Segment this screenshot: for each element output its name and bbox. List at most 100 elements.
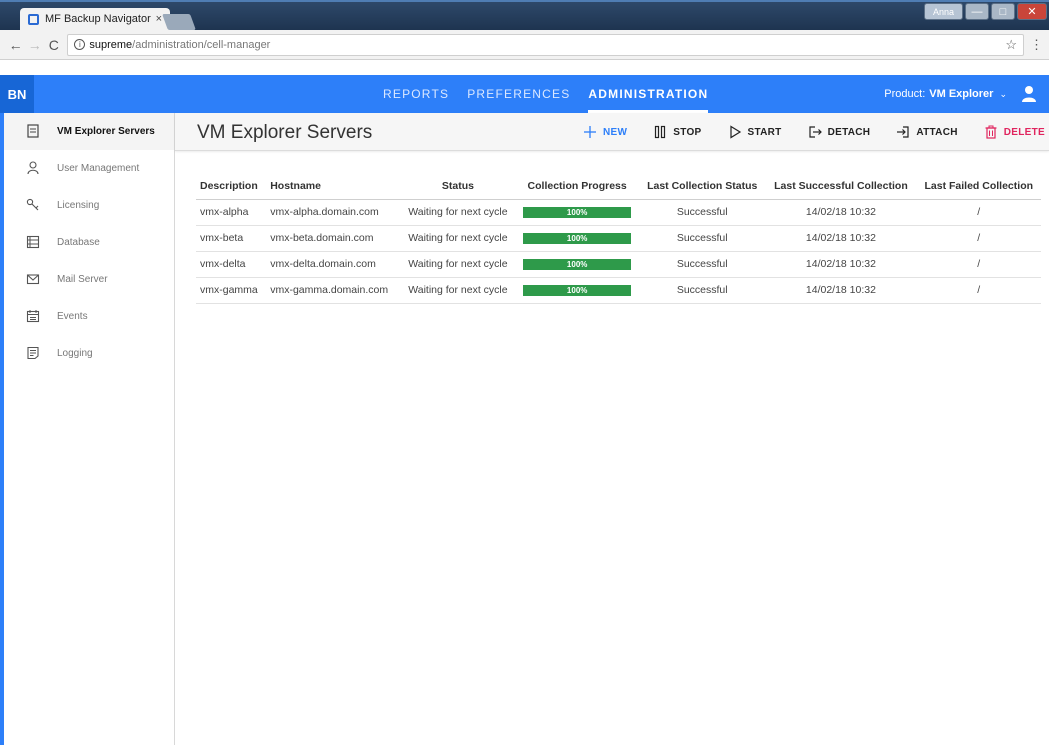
sidebar-item-label: Events [57, 311, 88, 322]
nav-administration[interactable]: ADMINISTRATION [588, 75, 709, 113]
cell-last-success: 14/02/18 10:32 [765, 199, 917, 226]
delete-label: DELETE [1003, 126, 1045, 138]
cell-last-failed: / [916, 199, 1041, 226]
delete-button[interactable]: DELETE [984, 125, 1045, 139]
forward-icon[interactable]: → [25, 37, 44, 53]
user-account-icon[interactable] [1021, 85, 1037, 103]
cell-last-status: Successful [639, 199, 766, 226]
minimize-icon[interactable]: — [965, 3, 989, 20]
maximize-icon[interactable]: □ [991, 3, 1015, 20]
start-label: START [747, 126, 782, 138]
url-input[interactable]: i supreme/administration/cell-manager ☆ [67, 33, 1025, 56]
cell-last-success: 14/02/18 10:32 [765, 277, 917, 304]
page-top-spacer [0, 60, 1049, 75]
mail-icon [26, 274, 40, 285]
close-window-icon[interactable]: ✕ [1017, 3, 1047, 20]
column-header-description[interactable]: Description [196, 173, 267, 200]
cell-status: Waiting for next cycle [400, 277, 516, 304]
cell-last-status: Successful [639, 251, 766, 278]
play-icon [729, 125, 741, 139]
sidebar-item-database[interactable]: Database [4, 224, 174, 261]
profile-button[interactable]: Anna [923, 3, 963, 20]
cell-hostname: vmx-gamma.domain.com [266, 277, 401, 304]
tab-title: MF Backup Navigator [45, 13, 151, 25]
reload-icon[interactable]: C [44, 37, 63, 53]
url-path: /administration/cell-manager [132, 38, 271, 51]
cell-hostname: vmx-beta.domain.com [266, 225, 401, 252]
stop-button[interactable]: STOP [653, 125, 701, 139]
new-button[interactable]: NEW [583, 125, 627, 139]
key-icon [26, 198, 39, 211]
top-navigation: REPORTS PREFERENCES ADMINISTRATION [383, 75, 709, 113]
sidebar-item-label: Logging [57, 348, 93, 359]
cell-last-failed: / [916, 225, 1041, 252]
progress-bar: 100% [523, 258, 632, 270]
sidebar-item-logging[interactable]: Logging [4, 335, 174, 372]
sidebar-item-vm-explorer-servers[interactable]: VM Explorer Servers [4, 113, 174, 150]
column-header-last-collection-status[interactable]: Last Collection Status [639, 173, 766, 200]
url-host: supreme [89, 38, 133, 51]
detach-label: DETACH [827, 126, 871, 138]
new-tab-button[interactable] [162, 14, 196, 30]
tab-favicon-icon [28, 13, 39, 25]
column-header-collection-progress[interactable]: Collection Progress [515, 173, 640, 200]
sidebar-item-events[interactable]: Events [4, 298, 174, 335]
stop-label: STOP [673, 126, 702, 138]
product-selector[interactable]: Product: VM Explorer ⌄ [884, 75, 1007, 113]
sidebar: VM Explorer Servers User Management Lice… [0, 113, 175, 745]
app-logo[interactable]: BN [0, 75, 34, 113]
cell-status: Waiting for next cycle [400, 225, 516, 252]
progress-bar: 100% [523, 284, 632, 296]
browser-tab[interactable]: MF Backup Navigator × [20, 8, 170, 30]
nav-reports[interactable]: REPORTS [383, 75, 449, 113]
cell-progress: 100% [515, 199, 640, 226]
browser-titlebar: MF Backup Navigator × Anna — □ ✕ [0, 0, 1049, 30]
sidebar-item-user-management[interactable]: User Management [4, 150, 174, 187]
cell-progress: 100% [515, 277, 640, 304]
table-row[interactable]: vmx-alpha vmx-alpha.domain.com Waiting f… [196, 199, 1041, 226]
cell-last-success: 14/02/18 10:32 [765, 225, 917, 252]
content-header: VM Explorer Servers NEW STOP START DETAC… [175, 113, 1049, 151]
cell-status: Waiting for next cycle [400, 199, 516, 226]
detach-button[interactable]: DETACH [808, 125, 871, 139]
table-row[interactable]: vmx-gamma vmx-gamma.domain.com Waiting f… [196, 277, 1041, 304]
site-info-icon[interactable]: i [74, 39, 86, 50]
column-header-hostname[interactable]: Hostname [266, 173, 401, 200]
attach-button[interactable]: ATTACH [896, 125, 957, 139]
address-bar: ← → C i supreme/administration/cell-mana… [0, 30, 1049, 60]
app-header: BN REPORTS PREFERENCES ADMINISTRATION Pr… [0, 75, 1049, 113]
servers-table: Description Hostname Status Collection P… [196, 173, 1041, 304]
product-value: VM Explorer [929, 88, 994, 100]
sidebar-item-mail-server[interactable]: Mail Server [4, 261, 174, 298]
column-header-status[interactable]: Status [400, 173, 516, 200]
cell-description: vmx-gamma [196, 277, 267, 304]
cell-hostname: vmx-delta.domain.com [266, 251, 401, 278]
attach-icon [897, 126, 909, 138]
sidebar-item-label: User Management [57, 163, 140, 174]
nav-preferences[interactable]: PREFERENCES [467, 75, 570, 113]
start-button[interactable]: START [728, 125, 782, 139]
detach-icon [808, 126, 822, 138]
column-header-last-successful-collection[interactable]: Last Successful Collection [765, 173, 917, 200]
product-label: Product: [884, 88, 926, 100]
tab-close-icon[interactable]: × [156, 13, 162, 25]
cell-status: Waiting for next cycle [400, 251, 516, 278]
sidebar-item-label: VM Explorer Servers [57, 126, 155, 137]
browser-menu-icon[interactable]: ⋮ [1030, 37, 1043, 53]
table-row[interactable]: vmx-beta vmx-beta.domain.com Waiting for… [196, 225, 1041, 252]
cell-hostname: vmx-alpha.domain.com [266, 199, 401, 226]
chevron-down-icon: ⌄ [999, 88, 1007, 99]
progress-bar: 100% [523, 206, 632, 218]
back-icon[interactable]: ← [6, 37, 25, 53]
sidebar-item-label: Database [57, 237, 100, 248]
column-header-last-failed-collection[interactable]: Last Failed Collection [916, 173, 1041, 200]
sidebar-item-licensing[interactable]: Licensing [4, 187, 174, 224]
bookmark-star-icon[interactable]: ☆ [1005, 37, 1017, 53]
log-icon [27, 346, 39, 360]
cell-last-status: Successful [639, 277, 766, 304]
attach-label: ATTACH [916, 126, 958, 138]
user-icon [27, 161, 39, 175]
cell-last-success: 14/02/18 10:32 [765, 251, 917, 278]
table-row[interactable]: vmx-delta vmx-delta.domain.com Waiting f… [196, 251, 1041, 278]
progress-bar: 100% [523, 232, 632, 244]
